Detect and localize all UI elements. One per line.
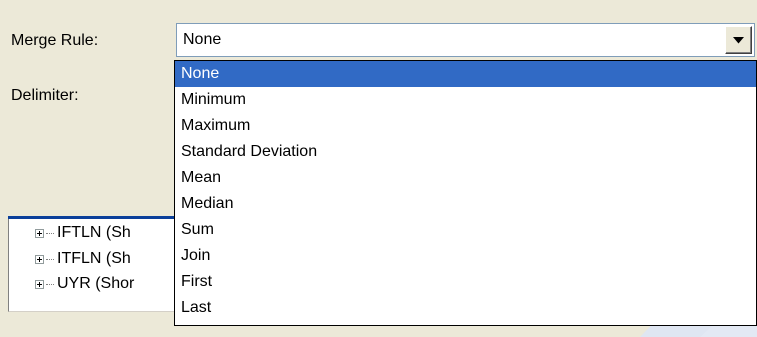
- tree-item-label: UYR (Shor: [57, 275, 135, 292]
- merge-rule-value: None: [183, 31, 222, 48]
- option-maximum[interactable]: Maximum: [175, 113, 756, 139]
- tree-item[interactable]: ITFLN (Sh: [35, 247, 131, 271]
- expand-icon[interactable]: [35, 228, 44, 238]
- merge-rule-label: Merge Rule:: [11, 32, 99, 49]
- option-join[interactable]: Join: [175, 243, 756, 269]
- dropdown-button[interactable]: [725, 26, 752, 54]
- merge-rule-combobox[interactable]: None: [176, 23, 755, 57]
- tree-connector: [46, 258, 54, 260]
- field-tree[interactable]: IFTLN (Sh ITFLN (Sh UYR (Shor: [8, 219, 178, 312]
- tree-connector: [46, 232, 54, 234]
- option-none[interactable]: None: [175, 61, 756, 87]
- delimiter-label: Delimiter:: [11, 87, 79, 104]
- tree-item[interactable]: IFTLN (Sh: [35, 221, 131, 245]
- tree-item-label: ITFLN (Sh: [57, 250, 131, 267]
- merge-rule-dropdown-list[interactable]: None Minimum Maximum Standard Deviation …: [174, 60, 757, 326]
- option-last[interactable]: Last: [175, 295, 756, 321]
- tree-connector: [46, 283, 54, 285]
- tree-item-label: IFTLN (Sh: [57, 224, 131, 241]
- option-standard-deviation[interactable]: Standard Deviation: [175, 139, 756, 165]
- expand-icon[interactable]: [35, 254, 44, 264]
- expand-icon[interactable]: [35, 279, 44, 289]
- option-mean[interactable]: Mean: [175, 165, 756, 191]
- chevron-down-icon: [733, 36, 744, 43]
- option-minimum[interactable]: Minimum: [175, 87, 756, 113]
- option-first[interactable]: First: [175, 269, 756, 295]
- option-median[interactable]: Median: [175, 191, 756, 217]
- option-sum[interactable]: Sum: [175, 217, 756, 243]
- tree-item[interactable]: UYR (Shor: [35, 272, 134, 296]
